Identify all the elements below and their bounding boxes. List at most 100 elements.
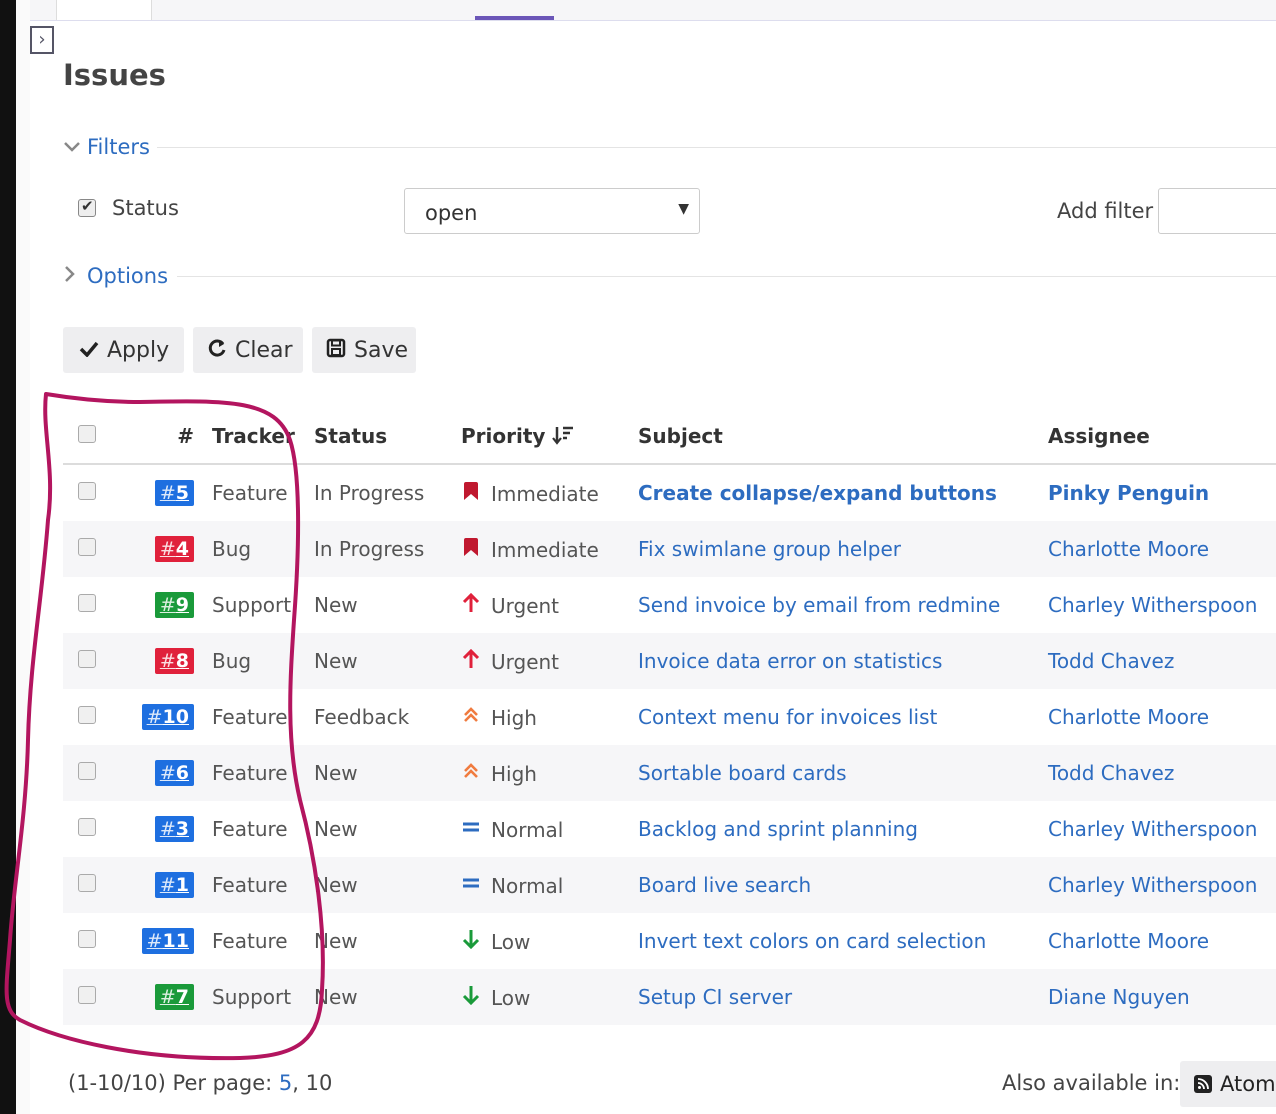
priority-label: Low [491, 929, 531, 954]
atom-feed-button[interactable]: Atom [1180, 1061, 1276, 1107]
top-tab-bar [30, 0, 1276, 21]
issue-id-badge[interactable]: #5 [154, 480, 194, 506]
per-page-5-link[interactable]: 5 [279, 1071, 292, 1095]
clear-button[interactable]: Clear [193, 327, 303, 373]
row-checkbox[interactable] [78, 482, 96, 500]
table-row[interactable]: #10 Feature Feedback High Context menu for i… [63, 689, 1276, 745]
assignee-link[interactable]: Charley Witherspoon [1048, 593, 1257, 617]
assignee-link[interactable]: Charley Witherspoon [1048, 873, 1257, 897]
issue-id-badge[interactable]: #7 [154, 984, 194, 1010]
filters-fieldset[interactable]: Filters [63, 135, 1276, 159]
options-legend[interactable]: Options [87, 264, 168, 288]
assignee-link[interactable]: Todd Chavez [1048, 649, 1174, 673]
rss-feed-icon [1194, 1075, 1212, 1093]
priority-label: Normal [491, 817, 564, 842]
priority-label: High [491, 705, 537, 730]
column-header-status[interactable]: Status [314, 408, 461, 465]
row-checkbox[interactable] [78, 650, 96, 668]
table-row[interactable]: #4 Bug In Progress Immediate Fix swimlane gr… [63, 521, 1276, 577]
issue-id-badge[interactable]: #8 [154, 648, 194, 674]
assignee-link[interactable]: Charley Witherspoon [1048, 817, 1257, 841]
issue-subject-link[interactable]: Send invoice by email from redmine [638, 593, 1000, 617]
assignee-cell: Pinky Penguin [1048, 464, 1276, 521]
column-header-tracker[interactable]: Tracker [212, 408, 314, 465]
issue-id-badge[interactable]: #11 [141, 928, 194, 954]
top-tab[interactable] [56, 0, 152, 20]
priority-cell: Immediate [461, 521, 638, 577]
assignee-link[interactable]: Todd Chavez [1048, 761, 1174, 785]
filters-legend[interactable]: Filters [87, 135, 150, 159]
column-header-priority[interactable]: Priority [461, 408, 638, 465]
row-checkbox[interactable] [78, 818, 96, 836]
tracker-cell: Support [212, 593, 292, 617]
table-row[interactable]: #11 Feature New Low Invert text colors on ca… [63, 913, 1276, 969]
status-cell: New [314, 633, 461, 689]
add-filter-select[interactable] [1158, 188, 1276, 234]
issue-subject-link[interactable]: Setup CI server [638, 985, 792, 1009]
status-filter-checkbox[interactable] [78, 197, 96, 217]
tracker-cell: Feature [212, 745, 314, 801]
column-header-subject[interactable]: Subject [638, 408, 1048, 465]
row-checkbox[interactable] [78, 706, 96, 724]
assignee-cell: Charley Witherspoon [1048, 801, 1276, 857]
options-fieldset[interactable]: Options [63, 264, 1276, 288]
issue-id-badge[interactable]: #10 [141, 704, 194, 730]
priority-cell: Immediate [461, 464, 638, 521]
table-row[interactable]: #8 Bug New Urgent Invoice data error on stat… [63, 633, 1276, 689]
issue-subject-link[interactable]: Invoice data error on statistics [638, 649, 942, 673]
row-checkbox[interactable] [78, 986, 96, 1004]
issue-id-badge[interactable]: #4 [154, 536, 194, 562]
issue-id-badge[interactable]: #6 [154, 760, 194, 786]
save-button[interactable]: Save [312, 327, 416, 373]
per-page-10-current: 10 [305, 1071, 333, 1095]
table-row[interactable]: #5 Feature In Progress Immediate Create coll… [63, 464, 1276, 521]
table-row[interactable]: #7 Support New Low Setup CI server Diane Nguy… [63, 969, 1276, 1025]
active-tab-indicator [475, 16, 554, 20]
priority-cell: High [461, 689, 638, 745]
sidebar-toggle-button[interactable]: › [30, 26, 54, 54]
table-row[interactable]: #1 Feature New Normal Board live search Charl… [63, 857, 1276, 913]
row-checkbox[interactable] [78, 594, 96, 612]
issue-id-cell: #5 [128, 464, 212, 521]
assignee-link[interactable]: Charlotte Moore [1048, 537, 1209, 561]
table-row[interactable]: #6 Feature New High Sortable board cards Todd… [63, 745, 1276, 801]
assignee-link[interactable]: Diane Nguyen [1048, 985, 1190, 1009]
issue-id-badge[interactable]: #3 [154, 816, 194, 842]
add-filter-label: Add filter [1057, 199, 1154, 223]
arrow-down-icon [461, 929, 481, 954]
row-checkbox[interactable] [78, 930, 96, 948]
issue-subject-link[interactable]: Fix swimlane group helper [638, 537, 901, 561]
status-filter-label: Status [112, 196, 179, 220]
row-checkbox[interactable] [78, 762, 96, 780]
issue-subject-link[interactable]: Board live search [638, 873, 811, 897]
priority-cell: Normal [461, 857, 638, 913]
chevron-down-icon [63, 137, 87, 158]
issue-id-cell: #9 [128, 577, 212, 633]
left-gutter [16, 0, 30, 1114]
tracker-cell: Feature [212, 705, 288, 729]
assignee-link[interactable]: Charlotte Moore [1048, 705, 1209, 729]
status-operator-select[interactable]: open ▼ [404, 188, 700, 234]
assignee-link[interactable]: Charlotte Moore [1048, 929, 1209, 953]
issue-subject-link[interactable]: Backlog and sprint planning [638, 817, 918, 841]
column-header-assignee[interactable]: Assignee [1048, 408, 1276, 465]
row-checkbox[interactable] [78, 538, 96, 556]
status-cell: Feedback [314, 705, 410, 729]
issue-id-badge[interactable]: #1 [154, 872, 194, 898]
table-row[interactable]: #9 Support New Urgent Send invoice by email … [63, 577, 1276, 633]
issue-subject-link[interactable]: Invert text colors on card selection [638, 929, 986, 953]
column-header-id[interactable]: # [128, 408, 212, 465]
issue-id-cell: #1 [128, 857, 212, 913]
issue-subject-link[interactable]: Create collapse/expand buttons [638, 481, 997, 505]
priority-label: Urgent [491, 649, 560, 674]
table-row[interactable]: #3 Feature New Normal Backlog and sprint pla… [63, 801, 1276, 857]
issue-subject-link[interactable]: Context menu for invoices list [638, 705, 937, 729]
apply-button[interactable]: Apply [63, 327, 184, 373]
issue-id-badge[interactable]: #9 [154, 592, 194, 618]
issue-id: 6 [175, 762, 189, 784]
issue-subject-link[interactable]: Sortable board cards [638, 761, 847, 785]
assignee-link[interactable]: Pinky Penguin [1048, 481, 1209, 505]
divider [157, 147, 1276, 148]
select-all-checkbox[interactable] [78, 424, 96, 443]
row-checkbox[interactable] [78, 874, 96, 892]
